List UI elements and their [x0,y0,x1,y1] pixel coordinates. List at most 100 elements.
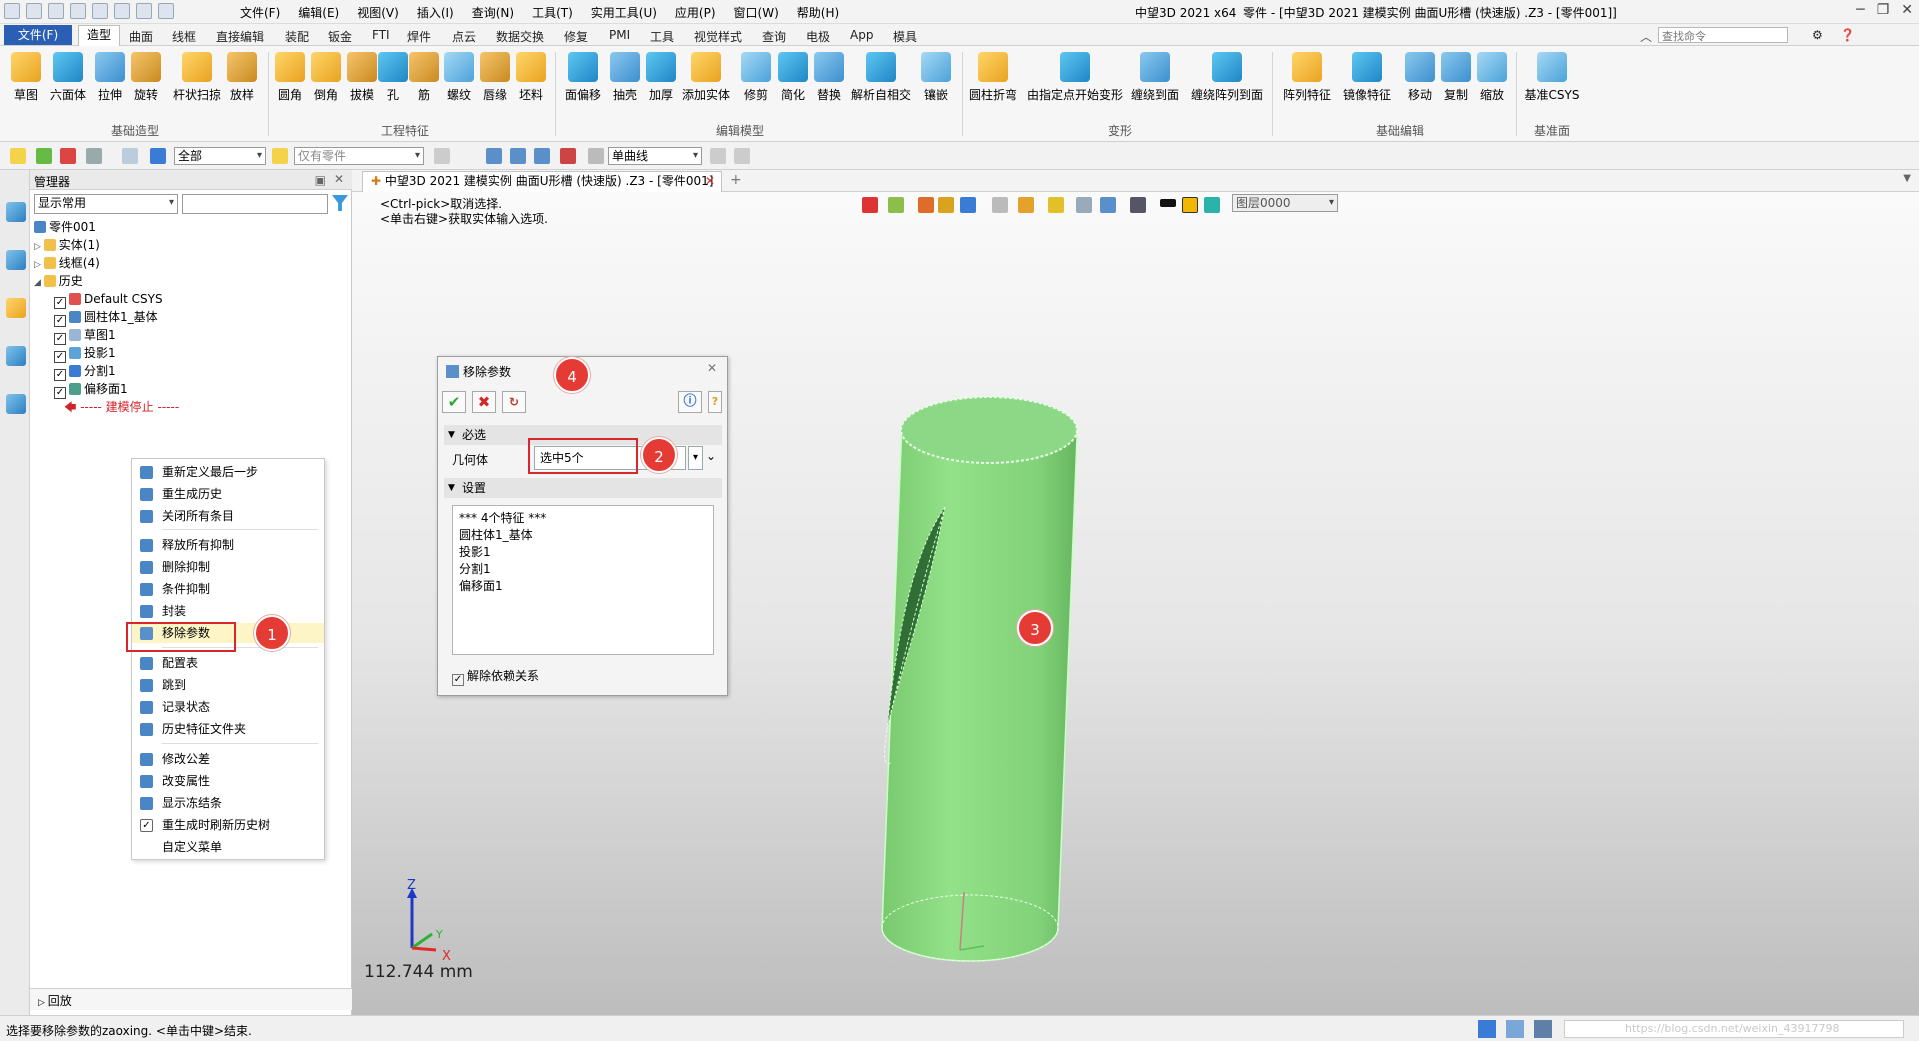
cancel-button[interactable]: ✖ [472,391,496,413]
section-icon[interactable] [1100,197,1116,213]
tool-c-icon[interactable] [534,148,550,164]
stock-button[interactable]: 坯料 [511,52,551,103]
snap-icon[interactable] [434,148,450,164]
menu-insert[interactable]: 插入(I) [417,4,454,21]
tab-list-icon[interactable]: ▼ [1903,173,1911,184]
lasso-icon[interactable] [122,148,138,164]
menu-feature-folder[interactable]: 历史特征文件夹 [132,719,324,739]
tree-solid[interactable]: ▷ 实体(1) [34,236,100,254]
release-dependency-row[interactable]: ✓ 解除依赖关系 [452,667,539,686]
menu-conditional-suppress[interactable]: 条件抑制 [132,579,324,599]
chamfer-button[interactable]: 倒角 [306,52,346,103]
menu-redefine-last[interactable]: 重新定义最后一步 [132,462,324,482]
feature-list-item[interactable]: 圆柱体1_基体 [459,527,707,544]
close-window-icon[interactable]: ✕ [1901,2,1913,18]
simplify-button[interactable]: 简化 [773,52,813,103]
menu-show-freeze-bar[interactable]: 显示冻结条 [132,793,324,813]
tab-mold[interactable]: 模具 [893,28,917,45]
thicken-button[interactable]: 加厚 [641,52,681,103]
trim-button[interactable]: 修剪 [736,52,776,103]
copy-button[interactable]: 复制 [1436,52,1476,103]
self-intersect-button[interactable]: 解析自相交 [848,52,914,103]
menu-window[interactable]: 窗口(W) [734,4,779,21]
ok-button[interactable]: ✔ [442,391,466,413]
tree-item-projection[interactable]: ✓ 投影1 [54,344,116,363]
display-icon[interactable] [1018,197,1034,213]
tab-electrode[interactable]: 电极 [806,28,830,45]
new-tab-icon[interactable]: + [730,172,742,188]
help-icon[interactable]: ❓ [1840,28,1855,42]
render-mode-icon[interactable] [960,197,976,213]
replace-button[interactable]: 替换 [809,52,849,103]
tree-filter-icon[interactable] [332,195,348,211]
info-button[interactable]: ⓘ [678,391,702,413]
part-library-icon[interactable] [6,298,26,318]
menu-close-all[interactable]: 关闭所有条目 [132,506,324,526]
expand-icon[interactable]: ▷ [34,260,44,270]
pick-icon[interactable] [10,148,26,164]
exit-icon[interactable] [862,197,878,213]
revolve-button[interactable]: 旋转 [126,52,166,103]
history-manager-icon[interactable] [6,202,26,222]
view-cube-icon[interactable] [992,197,1008,213]
tree-search-input[interactable] [182,194,328,214]
release-dependency-checkbox[interactable]: ✓ [452,674,464,686]
feature-list-item[interactable]: 分割1 [459,561,707,578]
menu-edit[interactable]: 编辑(E) [298,4,339,21]
tool-e-icon[interactable] [710,148,726,164]
undo-icon[interactable] [114,3,130,19]
visual-manager-icon[interactable] [6,346,26,366]
assembly-manager-icon[interactable] [6,250,26,270]
wrap-to-face-button[interactable]: 缠绕到面 [1128,52,1182,103]
command-search-input[interactable]: 查找命令 [1658,27,1788,43]
minimize-icon[interactable]: ─ [1856,2,1864,18]
close-panel-icon[interactable]: ✕ [334,172,344,186]
menu-release-suppress[interactable]: 释放所有抑制 [132,535,324,555]
status-icon-c[interactable] [1534,1020,1552,1038]
add-solid-button[interactable]: 添加实体 [680,52,732,103]
apply-button[interactable]: ↻ [502,391,526,413]
datum-csys-button[interactable]: 基准CSYS [1522,52,1582,103]
status-icon-a[interactable] [1478,1020,1496,1038]
expand-icon[interactable]: ▷ [38,998,48,1008]
menu-apps[interactable]: 应用(P) [675,4,716,21]
color-swatch[interactable] [1182,197,1198,213]
menu-utilities[interactable]: 实用工具(U) [591,4,657,21]
menu-delete-suppress[interactable]: 删除抑制 [132,557,324,577]
pattern-feature-button[interactable]: 阵列特征 [1280,52,1334,103]
open-folder-icon[interactable] [48,3,64,19]
menu-customize[interactable]: 自定义菜单 [132,837,324,857]
tab-pmi[interactable]: PMI [609,28,630,42]
filter-select[interactable]: 全部 [174,147,266,165]
refresh-icon[interactable] [158,3,174,19]
display-filter-select[interactable]: 显示常用 [34,194,178,214]
shell-button[interactable]: 抽壳 [605,52,645,103]
remove-icon[interactable] [60,148,76,164]
menu-encapsulate[interactable]: 封装 [132,601,324,621]
frame-icon[interactable] [1076,197,1092,213]
tree-item-cylinder[interactable]: ✓ 圆柱体1_基体 [54,308,158,327]
thread-button[interactable]: 螺纹 [439,52,479,103]
tab-tools[interactable]: 工具 [650,28,674,45]
expand-chevron-icon[interactable]: ⌄ [706,449,716,463]
part-icon[interactable] [938,197,954,213]
new-file-icon[interactable] [26,3,42,19]
geometry-dropdown-icon[interactable]: ▾ [688,446,703,470]
menu-tools[interactable]: 工具(T) [532,4,573,21]
filter-icon[interactable] [150,148,166,164]
tree-item-csys[interactable]: ✓ Default CSYS [54,290,163,309]
menu-file[interactable]: 文件(F) [240,4,280,21]
tab-visual-style[interactable]: 视觉样式 [694,28,742,45]
expand-icon[interactable]: ▷ [34,242,44,252]
restore-icon[interactable]: ❐ [1877,2,1890,18]
section-settings[interactable]: 设置 [444,478,722,498]
playback-row[interactable]: ▷ 回放 [30,988,352,1010]
rod-sweep-button[interactable]: 杆状扫掠 [172,52,222,103]
tab-modeling[interactable]: 造型 [78,25,120,46]
tab-app[interactable]: App [850,28,873,42]
move-button[interactable]: 移动 [1400,52,1440,103]
parts-only-select[interactable]: 仅有零件 [294,147,424,165]
rib-button[interactable]: 筋 [404,52,444,103]
user-icon[interactable] [6,394,26,414]
inlay-button[interactable]: 镶嵌 [916,52,956,103]
